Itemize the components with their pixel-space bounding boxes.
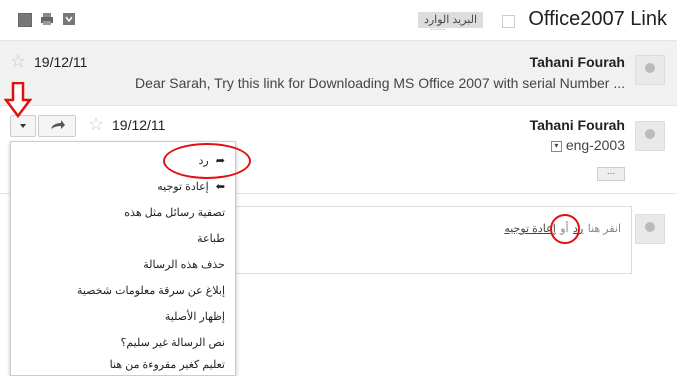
new-window-icon[interactable] bbox=[18, 13, 32, 27]
menu-item-print[interactable]: طباعة bbox=[197, 232, 225, 245]
sender-name[interactable]: Tahani Fourah bbox=[530, 117, 625, 133]
message-snippet: Dear Sarah, Try this link for Downloadin… bbox=[135, 75, 625, 91]
menu-item-delete[interactable]: حذف هذه الرسالة bbox=[143, 258, 225, 271]
message-date: 19/12/11 bbox=[34, 54, 88, 70]
menu-item-mark-unread[interactable]: تعليم كغير مقروءة من هنا bbox=[110, 358, 225, 371]
menu-item-filter[interactable]: تصفية رسائل مثل هذه bbox=[124, 206, 225, 219]
expand-all-icon[interactable] bbox=[62, 12, 76, 31]
sender-name[interactable]: Tahani Fourah bbox=[530, 54, 625, 70]
recipient-expand-icon[interactable]: ▾ bbox=[550, 140, 562, 152]
menu-item-forward[interactable]: إعادة توجيه ⬅ bbox=[157, 180, 225, 193]
message-date: 19/12/11 bbox=[112, 117, 166, 133]
conversation-title: Office2007 Link bbox=[528, 8, 667, 30]
show-trimmed-button[interactable]: ... bbox=[597, 167, 625, 181]
collapsed-message[interactable]: ☆ 19/12/11 Tahani Fourah Dear Sarah, Try… bbox=[0, 40, 677, 106]
important-marker[interactable] bbox=[502, 15, 515, 28]
reply-prompt-text: انقر هنا bbox=[587, 223, 621, 235]
inbox-label[interactable]: البريد الوارد bbox=[417, 12, 483, 28]
top-toolbar: x البريد الوارد Office2007 Link bbox=[0, 0, 677, 40]
star-icon[interactable]: ☆ bbox=[88, 114, 104, 135]
avatar bbox=[635, 55, 665, 85]
recipient-name: eng-2003 bbox=[565, 137, 625, 153]
forward-link[interactable]: إعادة توجيه bbox=[504, 223, 555, 235]
annotation-down-arrow bbox=[3, 81, 33, 123]
star-icon[interactable]: ☆ bbox=[10, 51, 26, 72]
message-actions-menu: رد ➦ إعادة توجيه ⬅ تصفية رسائل مثل هذه ط… bbox=[10, 141, 251, 376]
menu-item-message-text-garbled[interactable]: نص الرسالة غير سليم؟ bbox=[121, 336, 225, 349]
forward-icon: ⬅ bbox=[215, 181, 225, 193]
menu-item-report-phishing[interactable]: إبلاغ عن سرقة معلومات شخصية bbox=[77, 284, 225, 297]
avatar bbox=[635, 121, 665, 151]
reply-button[interactable] bbox=[38, 115, 76, 137]
reply-arrow-icon bbox=[51, 120, 65, 129]
avatar bbox=[635, 214, 665, 244]
menu-item-show-original[interactable]: إظهار الأصلية bbox=[165, 310, 225, 323]
annotation-ellipse bbox=[163, 143, 251, 179]
print-icon[interactable] bbox=[40, 12, 54, 31]
recipient-line[interactable]: ▾ eng-2003 bbox=[550, 137, 625, 153]
annotation-circle bbox=[550, 214, 580, 244]
